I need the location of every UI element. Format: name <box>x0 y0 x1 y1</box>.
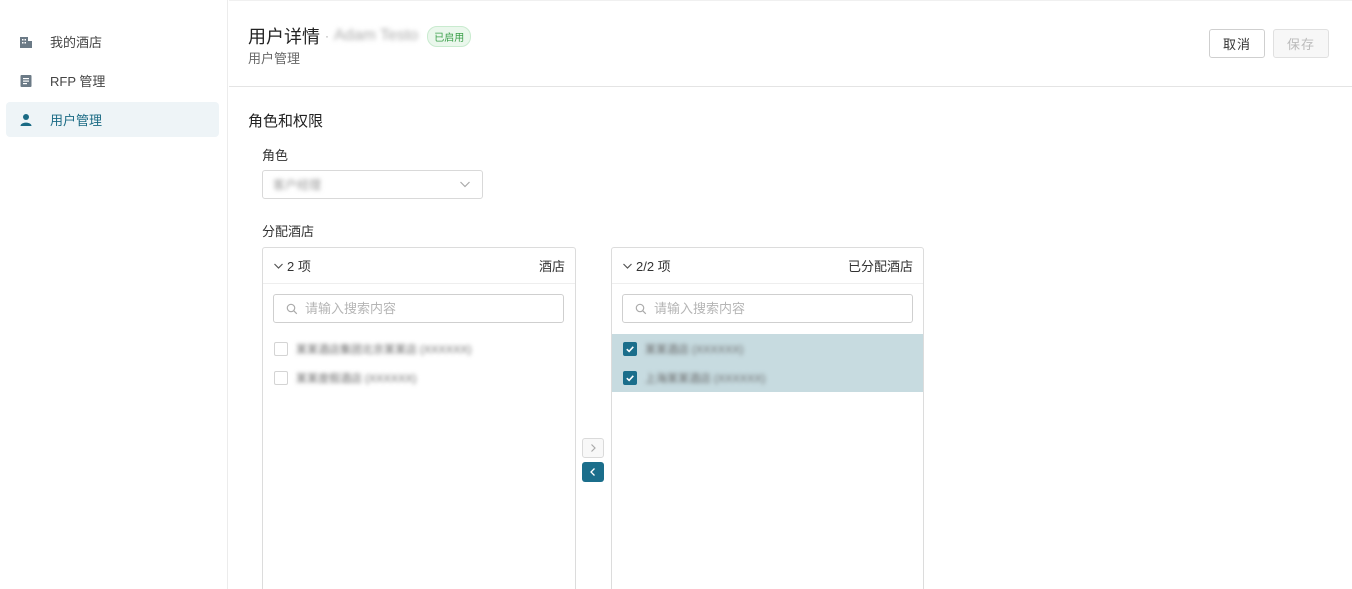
section-title-roles: 角色和权限 <box>248 113 324 130</box>
list-item[interactable]: 某某酒店集团北京某某店 (XXXXXX) <box>263 334 575 363</box>
source-panel-title: 酒店 <box>538 259 565 274</box>
check-icon <box>626 374 634 382</box>
transfer-source-panel: 2 项 酒店 某某酒店集团北京某某店 (XXXXXX) 某某度假酒店 (XXXX… <box>262 247 576 589</box>
search-icon <box>286 303 298 314</box>
chevron-down-icon <box>459 177 471 194</box>
list-item[interactable]: 上海某某酒店 (XXXXXX) <box>612 363 923 392</box>
source-count-text: 2 项 <box>287 259 311 274</box>
building-icon <box>19 35 33 49</box>
move-left-button[interactable] <box>582 462 604 482</box>
target-search-input[interactable] <box>654 301 884 316</box>
role-label: 角色 <box>262 148 289 163</box>
checkbox[interactable] <box>274 341 288 356</box>
target-count-text: 2/2 项 <box>636 259 671 274</box>
user-icon <box>19 113 33 127</box>
source-count[interactable]: 2 项 <box>273 256 311 275</box>
target-panel-title: 已分配酒店 <box>847 259 913 274</box>
checkbox[interactable] <box>623 341 637 356</box>
sidebar-item-rfp[interactable]: RFP 管理 <box>6 63 219 98</box>
role-select[interactable]: 客户经理 <box>262 170 483 199</box>
sidebar-item-label: 用户管理 <box>50 113 103 128</box>
target-count[interactable]: 2/2 项 <box>622 256 671 275</box>
chevron-right-icon <box>591 444 596 452</box>
move-right-button[interactable] <box>582 438 604 458</box>
sidebar-item-label: RFP 管理 <box>50 74 106 89</box>
sidebar-item-user-management[interactable]: 用户管理 <box>6 102 219 137</box>
panel-header: 2/2 项 已分配酒店 <box>612 248 923 284</box>
search-icon <box>635 303 647 314</box>
list-item[interactable]: 某某度假酒店 (XXXXXX) <box>263 363 575 392</box>
source-search[interactable] <box>273 294 564 323</box>
hotel-name: 某某酒店 (XXXXXX) <box>645 343 744 356</box>
chevron-down-icon <box>623 263 632 269</box>
hotel-name: 上海某某酒店 (XXXXXX) <box>645 372 766 385</box>
page-subtitle: 用户管理 <box>248 51 301 66</box>
panel-header: 2 项 酒店 <box>263 248 575 284</box>
list-item[interactable]: 某某酒店 (XXXXXX) <box>612 334 923 363</box>
status-badge: 已启用 <box>427 25 472 47</box>
save-button[interactable]: 保存 <box>1273 29 1329 58</box>
sidebar-item-label: 我的酒店 <box>50 35 103 50</box>
title-separator: · <box>325 29 329 43</box>
page-title: 用户详情 <box>248 27 320 47</box>
checkbox[interactable] <box>623 370 637 385</box>
transfer-target-panel: 2/2 项 已分配酒店 某某酒店 (XXXXXX) 上海某某酒店 (XXXXXX… <box>611 247 924 589</box>
check-icon <box>626 345 634 353</box>
chevron-left-icon <box>590 468 595 476</box>
document-icon <box>19 74 33 88</box>
hotel-name: 某某度假酒店 (XXXXXX) <box>296 372 417 385</box>
target-search[interactable] <box>622 294 913 323</box>
page-header: 用户详情 · Adam Testo 已启用 用户管理 取消 保存 <box>229 0 1352 87</box>
checkbox[interactable] <box>274 370 288 385</box>
hotel-name: 某某酒店集团北京某某店 (XXXXXX) <box>296 343 472 356</box>
title-row: 用户详情 · Adam Testo 已启用 <box>248 23 472 49</box>
cancel-button[interactable]: 取消 <box>1209 29 1265 58</box>
sidebar-item-my-hotels[interactable]: 我的酒店 <box>6 24 219 59</box>
sidebar: 我的酒店 RFP 管理 用户管理 <box>0 0 228 589</box>
role-select-value: 客户经理 <box>273 178 322 192</box>
source-search-input[interactable] <box>305 301 535 316</box>
chevron-down-icon <box>274 263 283 269</box>
user-name: Adam Testo <box>334 27 419 44</box>
assign-hotels-label: 分配酒店 <box>262 224 315 239</box>
